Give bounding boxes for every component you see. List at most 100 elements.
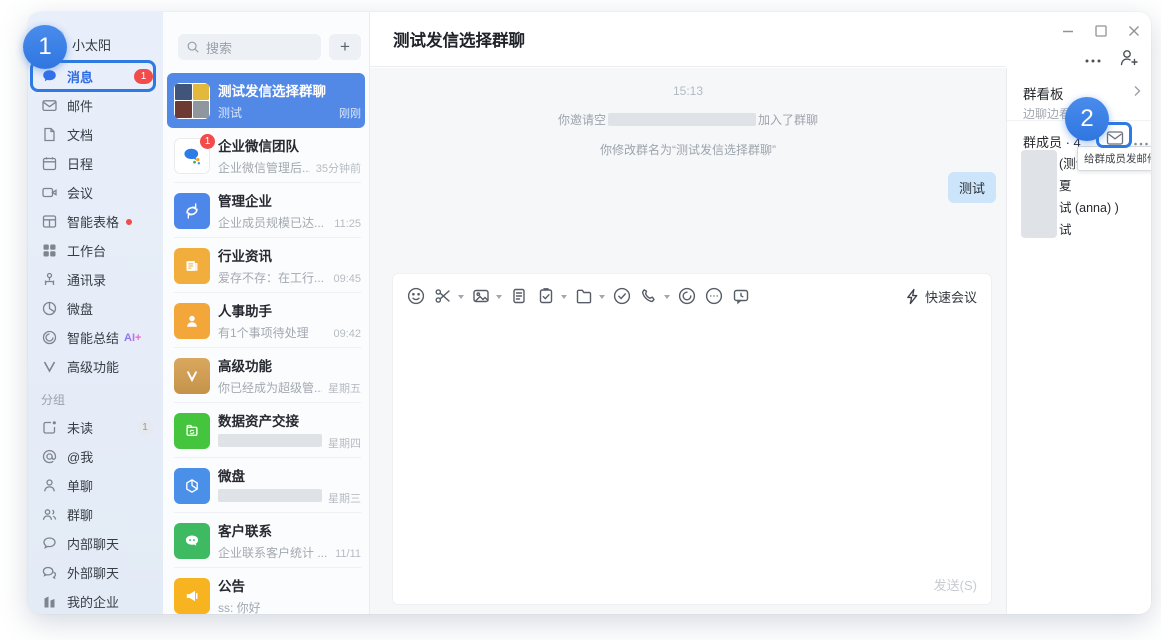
chevron-down-icon[interactable]	[561, 295, 567, 299]
sidebar-item-group-chats[interactable]: 群聊	[28, 500, 163, 529]
document-icon	[41, 126, 58, 143]
sidebar-item-external-chats[interactable]: 外部聊天	[28, 558, 163, 587]
redacted-member-avatars	[1021, 150, 1057, 238]
group-board-title[interactable]: 群看板	[1023, 83, 1064, 103]
more-icon[interactable]	[1084, 51, 1102, 69]
chat-header: 测试发信选择群聊	[370, 12, 1006, 67]
sidebar-item-smart-table[interactable]: 智能表格	[28, 207, 163, 236]
chat-item[interactable]: 数据资产交接 星期四	[167, 403, 365, 458]
more-circle-icon[interactable]	[703, 285, 725, 307]
sidebar-item-wedrive[interactable]: 微盘	[28, 294, 163, 323]
sidebar-item-direct-chats[interactable]: 单聊	[28, 471, 163, 500]
record-icon[interactable]	[676, 285, 698, 307]
phone-icon[interactable]	[638, 285, 660, 307]
sidebar-item-label: 外部聊天	[67, 563, 119, 582]
sidebar-item-contacts[interactable]: 通讯录	[28, 265, 163, 294]
annotation-step-2: 2	[1065, 97, 1109, 141]
search-input[interactable]: 搜索	[178, 34, 321, 60]
scissors-icon[interactable]	[432, 285, 454, 307]
search-icon	[186, 40, 200, 54]
news-icon	[174, 248, 210, 284]
sidebar-item-label: 通讯录	[67, 270, 106, 289]
quick-meeting-button[interactable]: 快速会议	[905, 287, 977, 306]
compose-box[interactable]: 快速会议 发送(S)	[392, 273, 992, 605]
image-icon[interactable]	[470, 285, 492, 307]
premium-v-icon	[174, 358, 210, 394]
close-button[interactable]	[1127, 24, 1141, 43]
sidebar-item-smart-summary[interactable]: 智能总结 AI+	[28, 323, 163, 352]
wecom-logo-icon: 1	[174, 138, 210, 174]
sidebar-item-internal-chats[interactable]: 内部聊天	[28, 529, 163, 558]
manage-company-icon	[174, 193, 210, 229]
sidebar-item-mail[interactable]: 邮件	[28, 91, 163, 120]
chat-list-panel: 搜索 + 测试发信选择群聊 测试刚刚 1 企业微信团队 企业微信管理后...3	[163, 12, 370, 614]
sidebar-item-meeting[interactable]: 会议	[28, 178, 163, 207]
sidebar-nav: 消息 1 邮件 文档 日程 会议 智能表格	[28, 62, 163, 614]
chat-item[interactable]: 高级功能 你已经成为超级管...星期五	[167, 348, 365, 403]
sidebar-item-label: 工作台	[67, 241, 106, 260]
sidebar-item-calendar[interactable]: 日程	[28, 149, 163, 178]
lightning-icon	[905, 288, 920, 305]
sidebar-item-label: 日程	[67, 154, 93, 173]
chevron-down-icon[interactable]	[599, 295, 605, 299]
meeting-icon	[41, 184, 58, 201]
announcement-icon	[174, 578, 210, 614]
notes-icon[interactable]	[508, 285, 530, 307]
folder-icon[interactable]	[573, 285, 595, 307]
member-row[interactable]: 试 (anna) )	[1059, 197, 1119, 216]
group-avatar	[174, 83, 210, 119]
add-member-icon[interactable]	[1118, 48, 1139, 72]
chat-item[interactable]: 1 企业微信团队 企业微信管理后...35分钟前	[167, 128, 365, 183]
todo-icon[interactable]	[535, 285, 557, 307]
data-transfer-icon	[174, 413, 210, 449]
sidebar-item-my-company[interactable]: 我的企业	[28, 587, 163, 614]
sidebar-item-workbench[interactable]: 工作台	[28, 236, 163, 265]
check-circle-icon[interactable]	[611, 285, 633, 307]
compose-toolbar: 快速会议	[393, 274, 991, 307]
sidebar-item-label: 会议	[67, 183, 93, 202]
send-button[interactable]: 发送(S)	[934, 575, 977, 594]
table-icon	[41, 213, 58, 230]
groups-section-label: 分组	[41, 391, 163, 409]
mail-icon	[41, 97, 58, 114]
sidebar-item-label: 高级功能	[67, 357, 119, 376]
sidebar-item-mentions[interactable]: @我	[28, 442, 163, 471]
chat-item[interactable]: 公告 ss: 你好	[167, 568, 365, 614]
maximize-button[interactable]	[1094, 24, 1108, 43]
chat-item[interactable]: 行业资讯 爱存不存：在工行...09:45	[167, 238, 365, 293]
chat-item[interactable]: 管理企业 企业成员规模已达...11:25	[167, 183, 365, 238]
redacted-text	[218, 489, 322, 502]
member-row[interactable]: 夏	[1059, 175, 1072, 194]
chevron-down-icon[interactable]	[458, 295, 464, 299]
chevron-down-icon[interactable]	[664, 295, 670, 299]
search-row: 搜索 +	[163, 12, 369, 60]
internal-chat-icon	[41, 535, 58, 552]
member-row[interactable]: 试	[1059, 219, 1072, 238]
smiley-icon[interactable]	[405, 285, 427, 307]
sidebar-item-label: @我	[67, 447, 93, 466]
sidebar-item-premium[interactable]: 高级功能	[28, 352, 163, 381]
system-message-rename: 你修改群名为“测试发信选择群聊”	[370, 141, 1006, 158]
group-info-panel: 群看板 边聊边看工作 群成员 · 4 (测试) 夏 试 (anna) ) 试 给…	[1006, 68, 1151, 614]
sidebar-item-label: 单聊	[67, 476, 93, 495]
chat-item[interactable]: 微盘 星期三	[167, 458, 365, 513]
chat-item[interactable]: 人事助手 有1个事项待处理09:42	[167, 293, 365, 348]
chat-item-selected[interactable]: 测试发信选择群聊 测试刚刚	[167, 73, 365, 128]
chat-title: 测试发信选择群聊	[393, 27, 525, 51]
annotation-step-1: 1	[23, 25, 67, 69]
chat-item[interactable]: 客户联系 企业联系客户统计 ...11/11	[167, 513, 365, 568]
add-chat-button[interactable]: +	[329, 34, 361, 60]
sidebar-item-docs[interactable]: 文档	[28, 120, 163, 149]
group-chat-icon	[41, 506, 58, 523]
minimize-button[interactable]	[1061, 24, 1075, 43]
chevron-right-icon[interactable]	[1132, 84, 1142, 102]
calendar-icon	[41, 155, 58, 172]
sidebar-item-unread[interactable]: 未读 1	[28, 413, 163, 442]
system-message-invite: 你邀请空 加入了群聊	[370, 111, 1006, 128]
outgoing-message-bubble[interactable]: 测试	[948, 172, 996, 203]
sidebar-item-label: 文档	[67, 125, 93, 144]
unread-count-badge: 1	[200, 134, 215, 149]
wecom-window: 小太阳 消息 1 邮件 文档 日程 会议	[28, 12, 1151, 614]
message-history-icon[interactable]	[730, 285, 752, 307]
chevron-down-icon[interactable]	[496, 295, 502, 299]
